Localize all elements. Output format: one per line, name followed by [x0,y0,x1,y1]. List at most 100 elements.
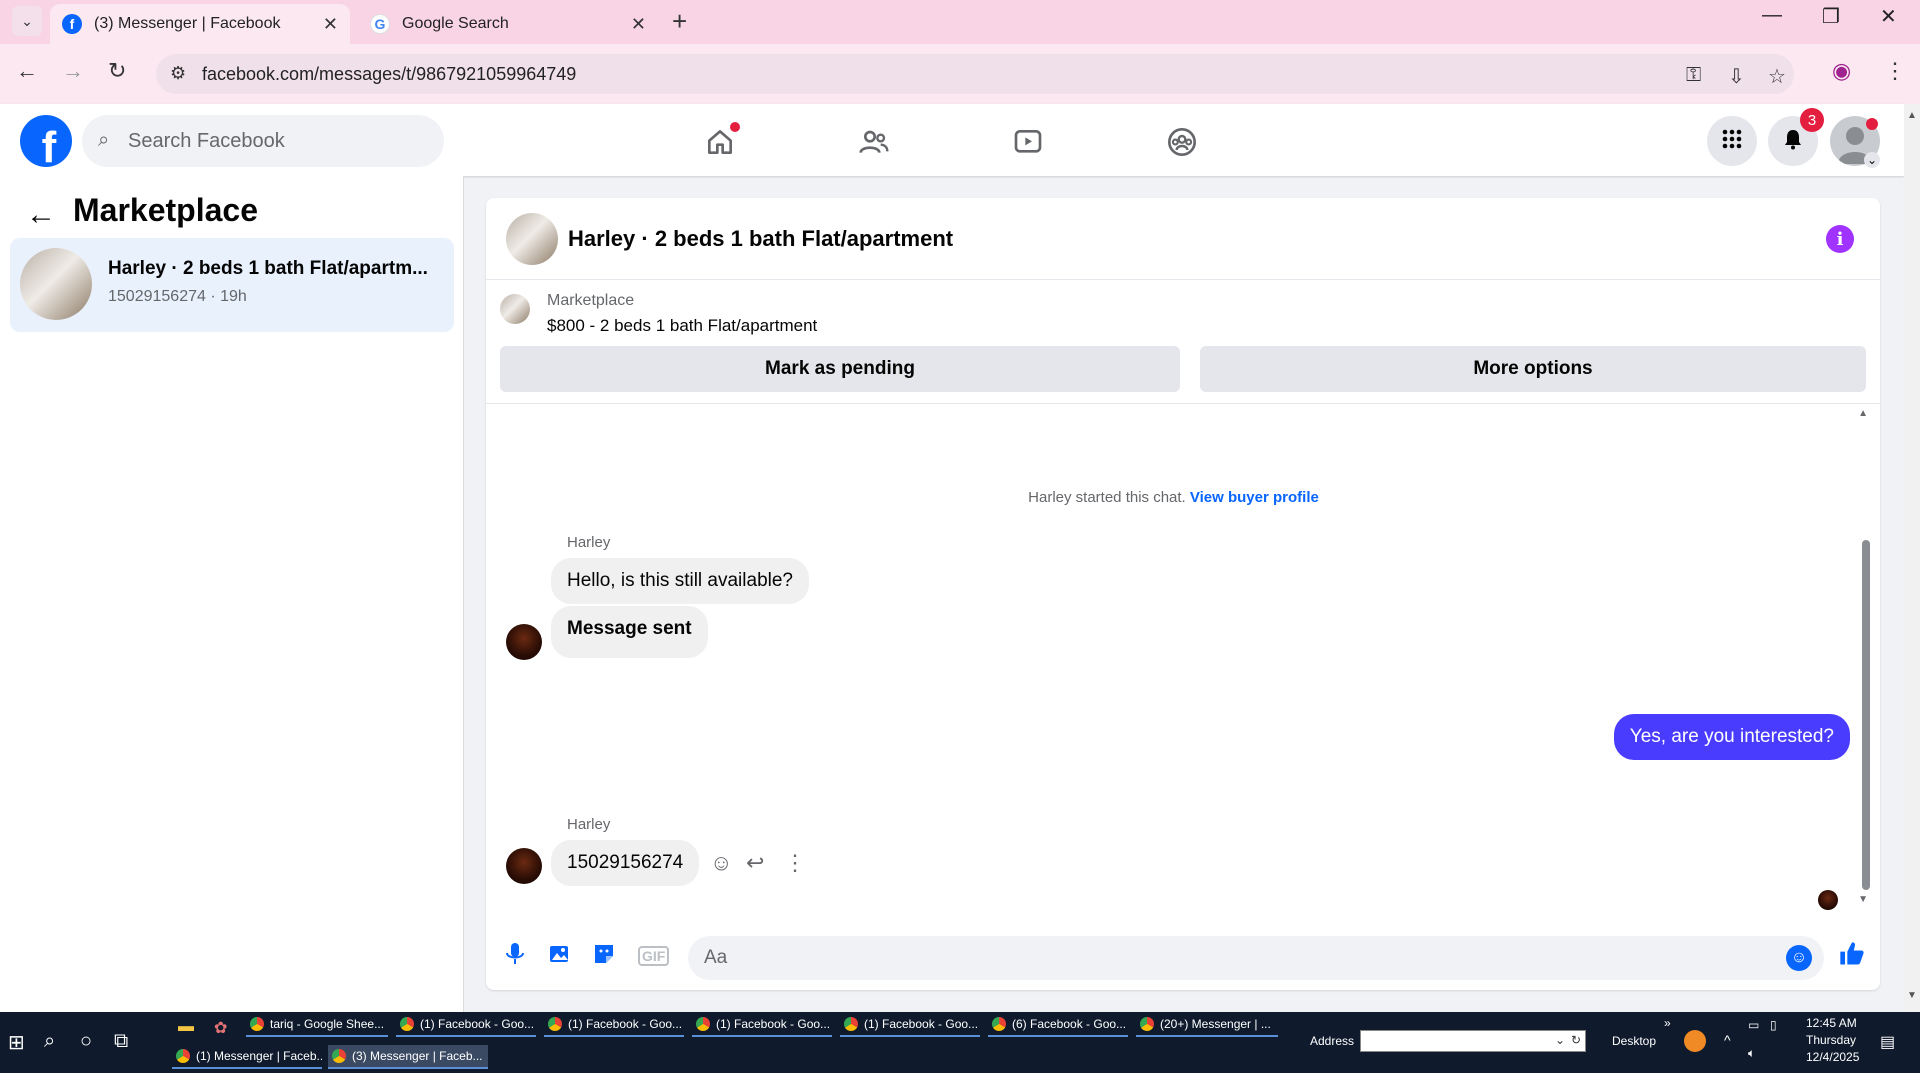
my-message-bubble[interactable]: Yes, are you interested? [1613,714,1850,760]
overflow-chevrons-icon[interactable]: » [1664,1016,1671,1030]
taskbar-item[interactable]: (1) Facebook - Goo... [692,1013,832,1037]
thumbs-up-icon[interactable] [1838,940,1866,974]
tab-messenger[interactable]: f (3) Messenger | Facebook ✕ [50,4,350,44]
network-icon[interactable]: ▭ [1748,1018,1759,1032]
page-scrollbar[interactable]: ▲ ▼ [1904,104,1920,1012]
google-favicon-icon: G [370,14,390,34]
more-options-button[interactable]: More options [1200,346,1866,392]
chevron-down-icon[interactable]: ⌄ [1555,1033,1565,1047]
message-bubble[interactable]: Hello, is this still available? [551,558,809,604]
key-icon[interactable]: ⚿ [1686,64,1701,87]
site-settings-icon[interactable]: ⚙ [170,63,186,84]
close-window-icon[interactable]: ✕ [1880,4,1897,29]
conversation-name: Harley · 2 beds 1 bath Flat/apartm... [108,258,428,279]
taskbar-item-label: (1) Facebook - Goo... [716,1017,831,1031]
address-toolbar-input[interactable]: ⌄ ↻ [1360,1030,1586,1052]
panel-title: Marketplace [73,192,258,228]
close-tab-icon[interactable]: ✕ [323,14,338,35]
thread-scrollbar[interactable] [1862,540,1870,890]
bookmark-star-icon[interactable]: ☆ [1768,64,1786,89]
clock-time[interactable]: 12:45 AM [1806,1016,1857,1030]
sender-avatar[interactable] [506,848,542,884]
scroll-down-icon[interactable]: ▼ [1907,990,1917,1001]
file-explorer-icon[interactable]: ▬ [178,1018,194,1036]
chrome-icon [844,1017,858,1031]
close-tab-icon[interactable]: ✕ [631,14,646,35]
taskbar-item[interactable]: (20+) Messenger | ... [1136,1013,1278,1037]
info-icon[interactable]: i [1826,225,1854,253]
sender-avatar[interactable] [506,624,542,660]
notifications-badge: 3 [1800,108,1824,132]
taskbar-item[interactable]: (1) Messenger | Faceb... [172,1045,322,1069]
menu-kebab-icon[interactable]: ⋮ [1884,58,1906,84]
profile-icon[interactable]: ◉ [1832,58,1851,84]
tab-google-search[interactable]: G Google Search ✕ [358,4,658,44]
taskbar-item-label: (1) Facebook - Goo... [420,1017,535,1031]
chrome-icon [548,1017,562,1031]
taskbar-item[interactable]: (6) Facebook - Goo... [988,1013,1128,1037]
view-buyer-profile-link[interactable]: View buyer profile [1190,489,1319,506]
chevron-down-icon: ⌄ [21,12,33,29]
chat-header: Harley · 2 beds 1 bath Flat/apartment i [486,198,1880,280]
emoji-icon[interactable]: ☺ [1786,945,1812,971]
message-input[interactable]: Aa ☺ [688,936,1824,980]
conversation-list-panel: ← Marketplace Harley · 2 beds 1 bath Fla… [0,176,464,1012]
show-hidden-icons[interactable]: ^ [1724,1032,1731,1048]
taskbar-item[interactable]: (1) Facebook - Goo... [840,1013,980,1037]
taskbar-item-label: tariq - Google Shee... [270,1017,385,1031]
friends-icon[interactable] [854,122,894,162]
microphone-icon[interactable] [504,942,526,972]
message-bubble[interactable]: 15029156274 [551,840,700,886]
sticker-icon[interactable] [592,942,616,972]
scroll-up-icon[interactable]: ▲ [1907,110,1917,121]
search-icon[interactable]: ⌕ [44,1030,55,1053]
go-icon[interactable]: ↻ [1571,1033,1581,1047]
windows-start-icon[interactable]: ⊞ [8,1030,25,1055]
restore-icon[interactable]: ❐ [1822,4,1840,29]
taskbar-item[interactable]: tariq - Google Shee... [246,1013,388,1037]
groups-icon[interactable] [1162,122,1202,162]
install-icon[interactable]: ⇩ [1728,64,1745,89]
battery-icon[interactable]: ▯ [1770,1018,1777,1032]
forward-icon[interactable]: → [62,58,84,84]
action-center-icon[interactable]: ▤ [1880,1032,1895,1052]
back-arrow-icon[interactable]: ← [26,198,56,232]
taskbar-item-active[interactable]: (3) Messenger | Faceb... [328,1045,488,1069]
desktop-toolbar-label[interactable]: Desktop [1612,1034,1656,1048]
minimize-icon[interactable]: — [1762,4,1782,27]
mark-as-pending-button[interactable]: Mark as pending [500,346,1180,392]
address-bar[interactable]: ⚙ facebook.com/messages/t/98679210599647… [156,54,1794,94]
scroll-down-icon[interactable]: ▼ [1858,894,1868,905]
chat-avatar[interactable] [506,213,558,265]
video-icon[interactable] [1008,122,1048,162]
cortana-icon[interactable]: ○ [80,1030,92,1053]
listing-summary: Marketplace $800 - 2 beds 1 bath Flat/ap… [486,280,1880,404]
react-emoji-icon[interactable]: ☺ [710,850,732,876]
scroll-up-icon[interactable]: ▲ [1858,408,1868,419]
gif-icon[interactable]: GIF [638,946,670,966]
message-bubble[interactable]: Message sent [551,606,708,658]
volume-icon[interactable]: 🔈︎ [1748,1046,1755,1061]
new-tab-icon[interactable]: + [672,6,687,37]
chevron-down-icon[interactable]: ⌄ [1864,152,1880,168]
reload-icon[interactable]: ↻ [108,58,126,84]
taskbar-item[interactable]: (1) Facebook - Goo... [396,1013,536,1037]
facebook-logo-icon[interactable]: f [20,115,72,167]
app-icon[interactable]: ✿ [214,1018,227,1038]
back-icon[interactable]: ← [16,58,38,84]
menu-grid-button[interactable] [1707,116,1757,166]
chat-title[interactable]: Harley · 2 beds 1 bath Flat/apartment [568,226,953,252]
home-icon[interactable] [700,122,740,162]
task-view-icon[interactable]: ⧉ [114,1030,128,1053]
chrome-icon [696,1017,710,1031]
taskbar-item[interactable]: (1) Facebook - Goo... [544,1013,684,1037]
system-text: Harley started this chat. [1028,489,1186,506]
facebook-search[interactable]: ⌕ Search Facebook [82,115,444,167]
photo-icon[interactable] [548,942,572,972]
listing-price[interactable]: $800 - 2 beds 1 bath Flat/apartment [547,316,817,336]
notification-app-icon[interactable] [1684,1030,1706,1052]
tab-search-dropdown[interactable]: ⌄ [12,6,42,36]
more-actions-icon[interactable]: ⋮ [784,850,806,876]
conversation-item[interactable]: Harley · 2 beds 1 bath Flat/apartm... 15… [10,238,454,332]
reply-icon[interactable]: ↩ [746,850,764,876]
